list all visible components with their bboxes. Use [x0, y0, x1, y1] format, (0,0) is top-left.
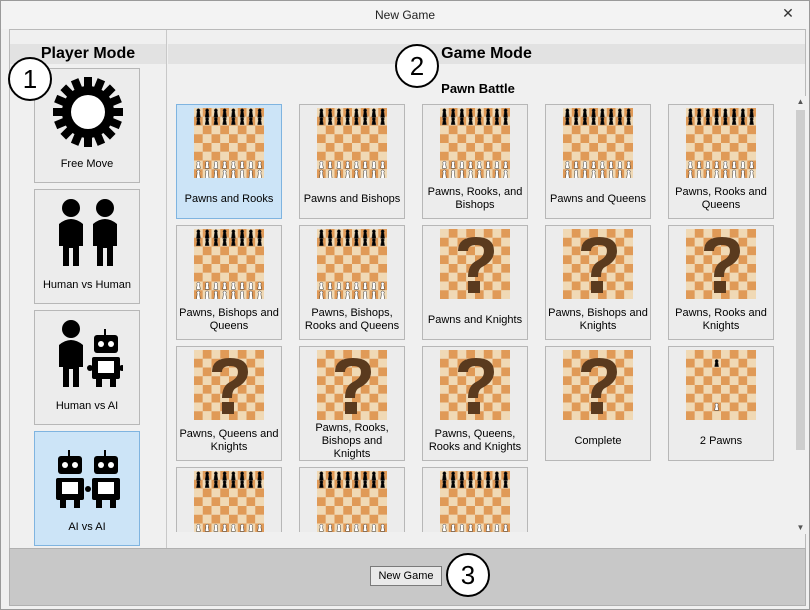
callout-2: 2 [395, 44, 439, 88]
gear-icon [53, 77, 123, 147]
game-mode-label: Pawns and Rooks [184, 192, 274, 205]
random-question-icon [563, 229, 633, 299]
two-robots-icon [56, 450, 120, 508]
two-humans-icon [59, 199, 117, 266]
game-mode-tile[interactable]: Pawns, Bishops and Queens [176, 225, 282, 340]
scroll-thumb[interactable] [796, 110, 805, 450]
board-preview-icon [317, 108, 387, 178]
game-mode-tile[interactable] [299, 467, 405, 532]
game-mode-label: Pawns, Bishops and Knights [548, 307, 648, 332]
player-mode-label: Free Move [60, 158, 114, 170]
game-mode-tile[interactable] [176, 467, 282, 532]
callout-3: 3 [446, 553, 490, 597]
board-preview-icon [440, 471, 510, 532]
game-mode-tile[interactable]: Pawns, Queens and Knights [176, 346, 282, 461]
game-mode-label: Pawns and Bishops [303, 192, 401, 205]
game-mode-label: Pawns, Queens, Rooks and Knights [428, 428, 522, 453]
board-preview-icon [194, 108, 264, 178]
random-question-icon [317, 350, 387, 420]
game-mode-label: Pawns, Bishops and Queens [179, 307, 279, 332]
game-mode-label: Pawns, Rooks and Queens [675, 186, 767, 211]
vertical-scrollbar[interactable]: ▲ ▼ [795, 96, 806, 534]
game-mode-label: Pawns, Rooks, Bishops and Knights [315, 421, 389, 460]
new-game-button[interactable]: New Game [370, 566, 442, 586]
player-mode-ai-vs-ai[interactable]: AI vs AI [34, 431, 140, 546]
game-mode-tile[interactable]: Pawns and Bishops [299, 104, 405, 219]
game-mode-tile[interactable]: Pawns and Queens [545, 104, 651, 219]
two-pawns-board-icon [686, 350, 756, 420]
game-mode-panel: Game Mode Pawn Battle Pawns and Rooks Paw… [168, 30, 806, 548]
scroll-down-arrow-icon[interactable]: ▼ [795, 522, 806, 534]
board-preview-icon [686, 108, 756, 178]
scroll-up-arrow-icon[interactable]: ▲ [795, 96, 806, 108]
player-mode-human-vs-ai[interactable]: Human vs AI [34, 310, 140, 425]
game-mode-tile[interactable]: Pawns and Rooks [176, 104, 282, 219]
game-mode-label: Pawns and Queens [549, 192, 646, 205]
player-mode-label: Human vs AI [55, 400, 119, 412]
game-mode-label: Pawns, Queens and Knights [179, 428, 279, 453]
human-robot-icon [59, 320, 123, 387]
random-question-icon [686, 229, 756, 299]
game-mode-tile[interactable]: Pawns, Rooks, and Bishops [422, 104, 528, 219]
game-mode-tile[interactable]: Pawns, Rooks and Queens [668, 104, 774, 219]
new-game-dialog: New Game ✕ Player Mode Free Move Human v… [0, 0, 810, 610]
content-area: Player Mode Free Move Human vs Human Hum… [9, 29, 806, 549]
board-preview-icon [563, 108, 633, 178]
player-mode-human-vs-human[interactable]: Human vs Human [34, 189, 140, 304]
game-mode-tile[interactable]: Pawns and Knights [422, 225, 528, 340]
player-mode-panel: Player Mode Free Move Human vs Human Hum… [10, 30, 167, 548]
player-mode-label: AI vs AI [68, 521, 106, 533]
game-mode-tile[interactable]: Pawns, Rooks, Bishops and Knights [299, 346, 405, 461]
game-mode-tile[interactable]: Pawns, Rooks and Knights [668, 225, 774, 340]
game-mode-label: 2 Pawns [699, 434, 743, 447]
game-mode-tile[interactable]: Pawns, Bishops and Knights [545, 225, 651, 340]
board-preview-icon [317, 229, 387, 299]
board-preview-icon [194, 229, 264, 299]
player-mode-label: Human vs Human [42, 279, 132, 291]
random-question-icon [440, 350, 510, 420]
close-button[interactable]: ✕ [777, 3, 799, 23]
game-mode-tile[interactable] [422, 467, 528, 532]
section-title: Pawn Battle [441, 81, 515, 96]
game-mode-header: Game Mode [168, 44, 805, 64]
callout-1: 1 [8, 57, 52, 101]
footer-bar: New Game [9, 548, 806, 606]
board-preview-icon [317, 471, 387, 532]
game-mode-tile[interactable]: Pawns, Queens, Rooks and Knights [422, 346, 528, 461]
game-mode-label: Pawns, Rooks and Knights [675, 307, 767, 332]
game-mode-tile[interactable]: Complete [545, 346, 651, 461]
game-mode-grid: Pawns and Rooks Pawns and Bishops Pawns, R… [176, 104, 786, 532]
game-mode-label: Pawns and Knights [427, 313, 523, 326]
window-title: New Game [374, 8, 436, 22]
title-bar: New Game ✕ [1, 1, 809, 29]
game-mode-tile[interactable]: 2 Pawns [668, 346, 774, 461]
random-question-icon [194, 350, 264, 420]
game-mode-label: Pawns, Bishops, Rooks and Queens [304, 307, 400, 332]
random-question-icon [563, 350, 633, 420]
random-question-icon [440, 229, 510, 299]
game-mode-label: Complete [574, 434, 622, 447]
game-mode-tile[interactable]: Pawns, Bishops, Rooks and Queens [299, 225, 405, 340]
board-preview-icon [440, 108, 510, 178]
game-mode-label: Pawns, Rooks, and Bishops [427, 186, 523, 211]
board-preview-icon [194, 471, 264, 532]
